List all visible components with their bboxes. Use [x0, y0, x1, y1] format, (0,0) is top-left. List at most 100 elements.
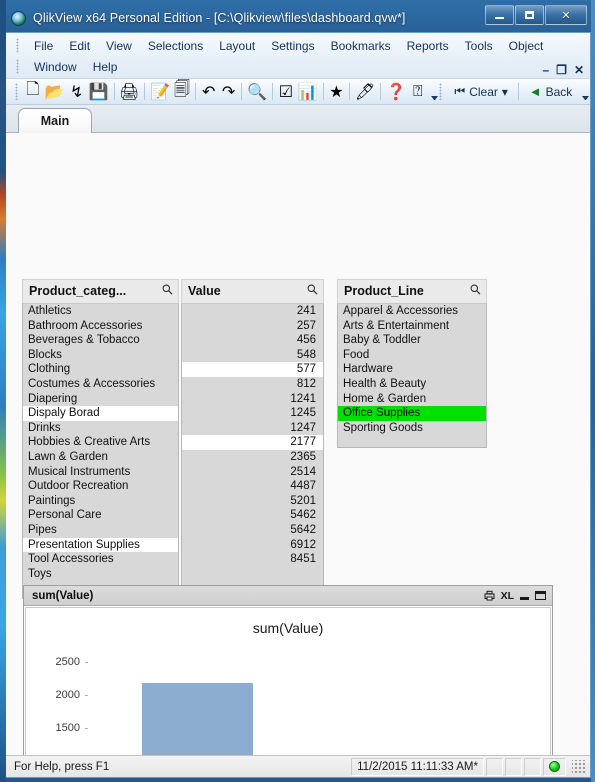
menu-grip-icon-2[interactable]: [16, 59, 19, 74]
new-document-icon[interactable]: 🗋: [24, 81, 42, 102]
print-chart-icon[interactable]: [484, 590, 495, 601]
open-document-icon[interactable]: 📂: [44, 81, 66, 102]
mdi-minimize-button[interactable]: –: [542, 64, 549, 76]
close-window-button[interactable]: ✕: [545, 5, 587, 25]
listbox-row[interactable]: Food: [338, 347, 486, 363]
menu-item-edit[interactable]: Edit: [61, 37, 98, 55]
toolbar-grip-icon[interactable]: [15, 83, 18, 100]
listbox-row[interactable]: 5462: [182, 508, 323, 523]
menu-item-layout[interactable]: Layout: [211, 37, 263, 55]
menu-item-help[interactable]: Help: [85, 58, 126, 76]
menu-item-settings[interactable]: Settings: [263, 37, 322, 55]
listbox-row[interactable]: 1247: [182, 420, 323, 436]
listbox-product-line[interactable]: Product_Line Apparel & Accessories Arts &…: [337, 279, 487, 448]
listbox-row[interactable]: Musical Instruments: [23, 464, 178, 480]
minimize-chart-icon[interactable]: [520, 591, 529, 600]
listbox-row[interactable]: Hobbies & Creative Arts: [23, 435, 178, 450]
listbox-body-product-category[interactable]: Athletics Bathroom Accessories Beverages &…: [22, 303, 179, 599]
listbox-row[interactable]: 4487: [182, 479, 323, 494]
listbox-body-value[interactable]: 241 257 456 548 577 812 1241 1245 1247 2177 2365 25…: [181, 303, 324, 589]
menu-item-reports[interactable]: Reports: [399, 37, 457, 55]
listbox-row[interactable]: 456: [182, 333, 323, 348]
menu-item-window[interactable]: Window: [26, 58, 85, 76]
listbox-row[interactable]: Clothing: [23, 362, 178, 377]
listbox-row[interactable]: Drinks: [23, 420, 178, 436]
listbox-row[interactable]: Toys: [23, 566, 178, 582]
listbox-product-category[interactable]: Product_categ... Athletics Bathroom Acces…: [22, 279, 179, 599]
listbox-row[interactable]: 8451: [182, 552, 323, 567]
mdi-restore-button[interactable]: ❐: [556, 64, 567, 76]
current-selections-icon[interactable]: ☑: [277, 81, 295, 102]
listbox-row[interactable]: 5201: [182, 493, 323, 509]
listbox-row[interactable]: Diapering: [23, 391, 178, 407]
listbox-row[interactable]: 1241: [182, 391, 323, 407]
menu-grip-icon[interactable]: [16, 38, 19, 53]
toolbar-overflow-button[interactable]: [430, 82, 439, 102]
listbox-row[interactable]: 2365: [182, 449, 323, 465]
listbox-row[interactable]: Baby & Toddler: [338, 333, 486, 348]
listbox-row[interactable]: Presentation Supplies: [23, 537, 178, 553]
export-to-excel-icon[interactable]: XL: [501, 590, 514, 602]
menu-item-object[interactable]: Object: [501, 37, 552, 55]
toolbar-overflow-button-2[interactable]: [581, 82, 590, 102]
maximize-window-button[interactable]: [515, 5, 544, 25]
listbox-row[interactable]: 577: [182, 362, 323, 377]
listbox-row[interactable]: Blocks: [23, 347, 178, 363]
notes-icon[interactable]: 🖊: [354, 81, 376, 102]
minimize-window-button[interactable]: [485, 5, 514, 25]
menu-item-bookmarks[interactable]: Bookmarks: [323, 37, 399, 55]
magnifier-icon[interactable]: [307, 282, 318, 300]
listbox-body-product-line[interactable]: Apparel & Accessories Arts & Entertainmen…: [337, 303, 487, 448]
listbox-row[interactable]: 548: [182, 347, 323, 363]
listbox-row[interactable]: Personal Care: [23, 508, 178, 523]
listbox-row[interactable]: Costumes & Accessories: [23, 376, 178, 392]
context-help-icon[interactable]: ⍰: [409, 81, 427, 102]
quick-chart-icon[interactable]: 📊: [297, 81, 319, 102]
search-icon[interactable]: 🔍: [246, 81, 268, 102]
add-bookmark-icon[interactable]: ★: [328, 81, 346, 102]
listbox-row[interactable]: Tool Accessories: [23, 552, 178, 567]
redo-icon[interactable]: ↷: [220, 81, 238, 102]
listbox-row[interactable]: Bathroom Accessories: [23, 318, 178, 334]
listbox-row[interactable]: Apparel & Accessories: [338, 304, 486, 319]
listbox-row[interactable]: Dispaly Borad: [23, 406, 178, 421]
listbox-row[interactable]: Home & Garden: [338, 391, 486, 407]
plot-area[interactable]: 05001000150020002500Dispaly BoradPresent…: [56, 652, 520, 755]
tab-main[interactable]: Main: [18, 108, 92, 133]
listbox-row[interactable]: Outdoor Recreation: [23, 479, 178, 494]
listbox-row[interactable]: Hardware: [338, 362, 486, 377]
save-icon[interactable]: 💾: [88, 81, 110, 102]
listbox-row[interactable]: 2177: [182, 435, 323, 450]
undo-icon[interactable]: ↶: [200, 81, 218, 102]
listbox-row[interactable]: 5642: [182, 522, 323, 538]
print-icon[interactable]: 🖨: [118, 81, 140, 102]
listbox-row[interactable]: Pipes: [23, 522, 178, 538]
menu-item-file[interactable]: File: [26, 37, 61, 55]
maximize-chart-icon[interactable]: [535, 591, 546, 600]
chart-bar[interactable]: Dispaly Borad: [141, 683, 254, 755]
listbox-row[interactable]: Lawn & Garden: [23, 449, 178, 465]
listbox-row[interactable]: Beverages & Tobacco: [23, 333, 178, 348]
magnifier-icon[interactable]: [162, 282, 173, 300]
menu-item-view[interactable]: View: [98, 37, 140, 55]
edit-script-icon[interactable]: 📝: [149, 81, 171, 102]
help-icon[interactable]: ❓: [385, 81, 407, 102]
listbox-row[interactable]: 6912: [182, 537, 323, 553]
listbox-row[interactable]: Health & Beauty: [338, 376, 486, 392]
listbox-row[interactable]: 241: [182, 304, 323, 319]
listbox-row[interactable]: 812: [182, 376, 323, 392]
listbox-row[interactable]: Sporting Goods: [338, 420, 486, 436]
magnifier-icon[interactable]: [470, 282, 481, 300]
chart-object-sum-value[interactable]: sum(Value) XL sum(Value) 1500 2000 2500: [23, 585, 553, 755]
chevron-down-icon[interactable]: ▾: [502, 85, 508, 99]
back-button[interactable]: ◄ Back: [522, 81, 580, 102]
listbox-row[interactable]: Paintings: [23, 493, 178, 509]
menu-item-tools[interactable]: Tools: [457, 37, 501, 55]
listbox-row[interactable]: 2514: [182, 464, 323, 480]
listbox-row[interactable]: 1245: [182, 406, 323, 421]
toolbar-grip-icon-2[interactable]: [439, 83, 443, 100]
table-viewer-icon[interactable]: 🗐: [173, 81, 191, 102]
listbox-row[interactable]: Arts & Entertainment: [338, 318, 486, 334]
clear-selections-button[interactable]: ⏮ Clear ▾: [447, 81, 515, 102]
listbox-row[interactable]: 257: [182, 318, 323, 334]
